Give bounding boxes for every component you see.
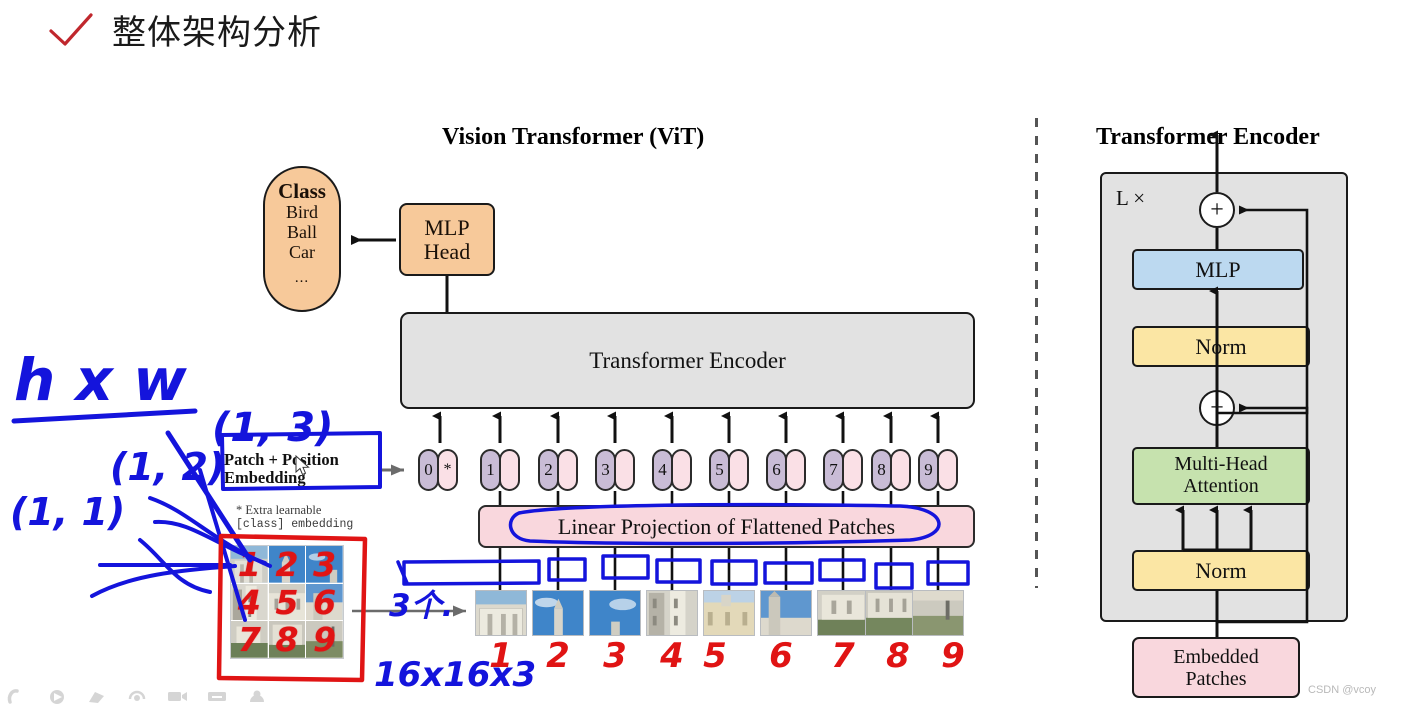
cursor-icon[interactable] bbox=[46, 688, 68, 704]
csdn-watermark: CSDN @vcoy bbox=[1308, 684, 1377, 696]
ink-coord-1-1: (1, 1) bbox=[10, 490, 126, 534]
video-icon[interactable] bbox=[166, 688, 188, 704]
handwriting-overlay bbox=[11, 408, 970, 683]
ink-coord-1-3: (1, 3) bbox=[212, 405, 334, 451]
eraser-icon[interactable] bbox=[86, 688, 108, 704]
mouse-cursor bbox=[295, 454, 310, 476]
ink-three-count: 3个. bbox=[389, 588, 454, 624]
shapes-icon[interactable] bbox=[126, 688, 148, 704]
ink-h-times-w: h x w bbox=[14, 346, 187, 414]
slide-canvas: 整体架构分析 Vision Transformer (ViT) Transfor… bbox=[0, 0, 1404, 706]
more-icon[interactable] bbox=[246, 688, 268, 704]
pen-icon[interactable] bbox=[6, 688, 28, 704]
rectangle-icon[interactable] bbox=[206, 688, 228, 704]
ink-patch-size: 16x16x3 bbox=[374, 655, 537, 695]
ink-coord-1-2: (1, 2) bbox=[110, 445, 226, 489]
annotation-toolbar[interactable] bbox=[0, 686, 290, 706]
